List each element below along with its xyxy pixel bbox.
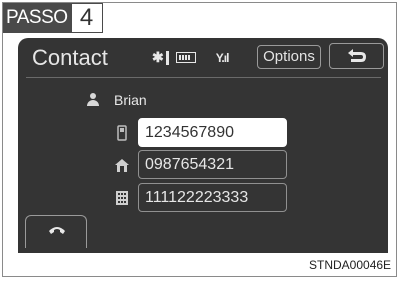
- step-label: PASSO: [3, 3, 71, 33]
- home-icon: [114, 157, 130, 173]
- number-row-mobile: 1234567890: [114, 118, 287, 147]
- number-button-mobile[interactable]: 1234567890: [138, 118, 287, 147]
- number-row-home: 0987654321: [114, 150, 287, 179]
- header-divider: [26, 77, 381, 78]
- number-button-office[interactable]: 111122223333: [138, 183, 287, 212]
- status-bar: ✱ Y.ıl: [152, 49, 230, 66]
- office-building-icon: [114, 190, 130, 206]
- bluetooth-icon: ✱: [152, 49, 164, 65]
- step-header: PASSO 4: [3, 3, 103, 33]
- step-number: 4: [70, 3, 103, 33]
- page-title: Contact: [32, 45, 108, 70]
- battery-icon: [175, 52, 196, 63]
- contact-header: Brian: [86, 92, 147, 108]
- options-button[interactable]: Options: [257, 45, 321, 69]
- display-screen: Contact ✱ Y.ıl Options Brian 1234567890 …: [18, 38, 388, 253]
- phone-handset-icon: [49, 227, 65, 234]
- back-button[interactable]: [329, 43, 384, 69]
- bluetooth-level-icon: [165, 50, 169, 65]
- mobile-phone-icon: [114, 124, 130, 141]
- number-button-home[interactable]: 0987654321: [138, 150, 287, 179]
- person-icon: [86, 93, 100, 107]
- contact-name: Brian: [114, 92, 147, 108]
- signal-icon: Y.ıl: [215, 50, 230, 65]
- figure-code: STNDA00046E: [309, 258, 392, 272]
- number-row-office: 111122223333: [114, 183, 287, 212]
- call-button[interactable]: [25, 215, 87, 248]
- back-arrow-icon: [348, 49, 366, 62]
